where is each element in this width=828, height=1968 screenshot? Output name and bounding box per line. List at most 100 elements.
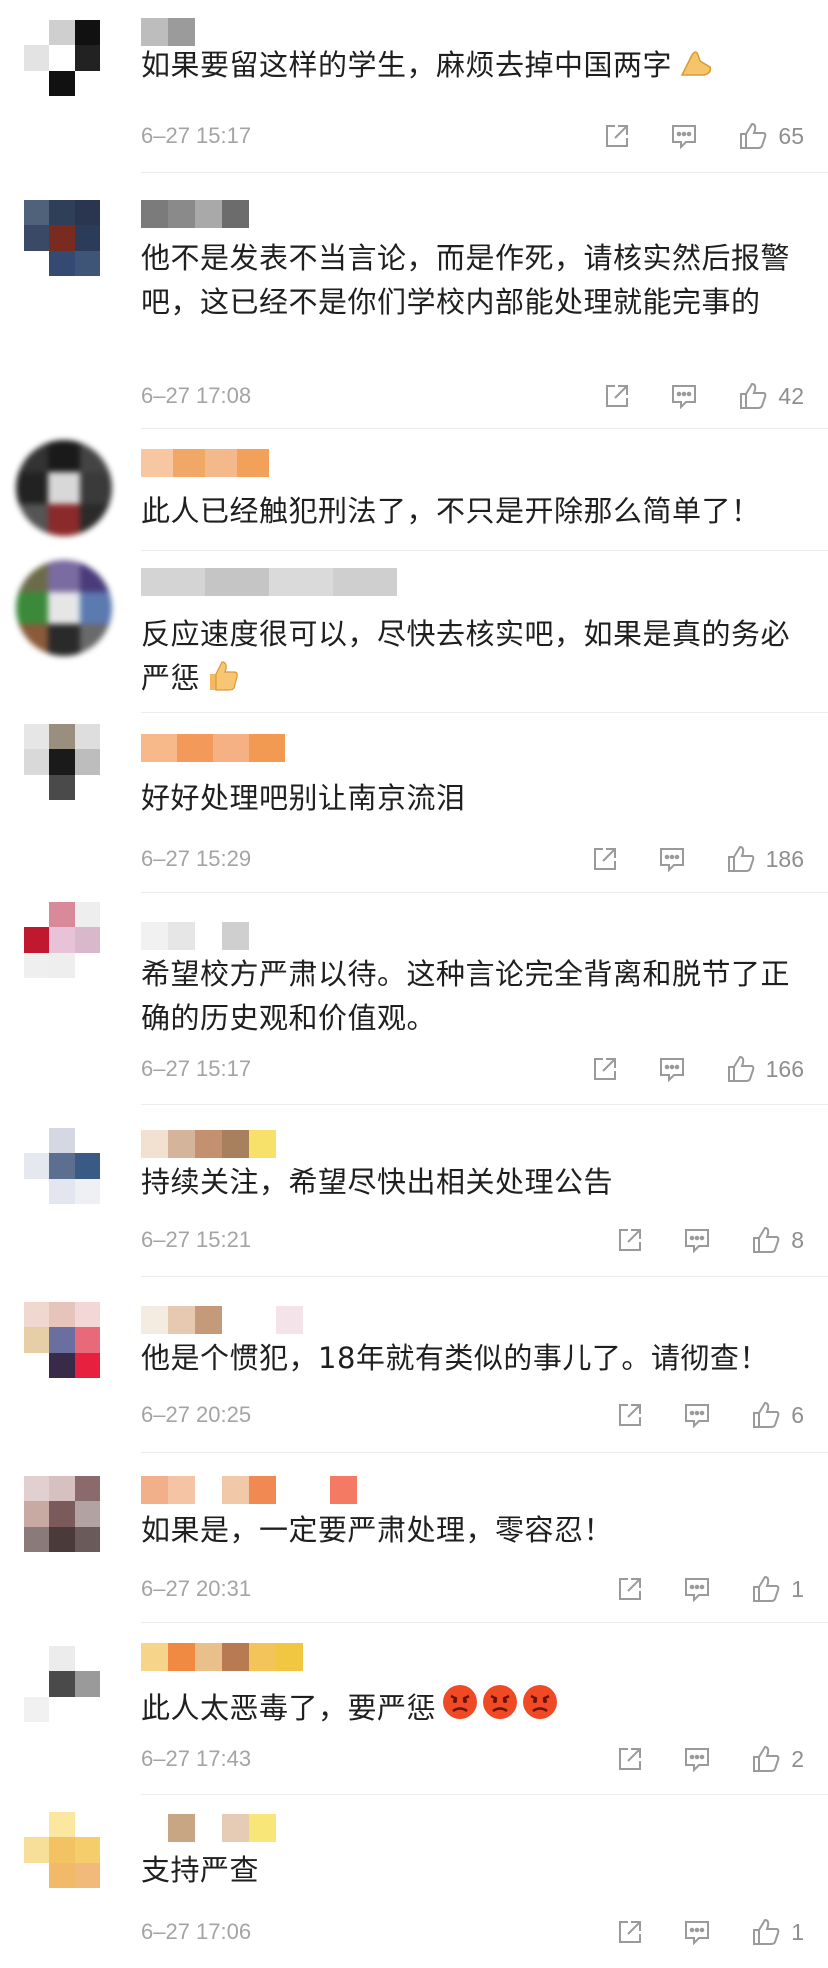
divider	[141, 428, 828, 429]
comment-icon	[658, 846, 686, 872]
comment-meta: 6–27 17:08 42	[141, 379, 804, 413]
comment-time: 6–27 15:17	[141, 1056, 252, 1081]
divider	[141, 1104, 828, 1105]
share-button[interactable]	[617, 1746, 643, 1772]
like-count: 1	[791, 1918, 804, 1945]
comment-time: 6–27 17:08	[141, 383, 252, 408]
reply-button[interactable]	[683, 1402, 711, 1428]
like-count: 65	[778, 122, 804, 149]
avatar[interactable]	[24, 724, 100, 800]
like-button[interactable]: 1	[751, 1918, 804, 1946]
avatar[interactable]	[24, 902, 100, 978]
thumbs-up-icon	[751, 1745, 781, 1773]
comment-icon	[683, 1576, 711, 1602]
username-blurred[interactable]	[141, 18, 195, 46]
share-button[interactable]	[604, 383, 630, 409]
divider	[141, 1276, 828, 1277]
divider	[141, 1622, 828, 1623]
share-icon	[617, 1746, 643, 1772]
thumbs-up-icon	[751, 1226, 781, 1254]
comment-text: 他不是发表不当言论，而是作死，请核实然后报警吧，这已经不是你们学校内部能处理就能…	[141, 241, 791, 319]
username-blurred[interactable]	[141, 1306, 303, 1334]
comment-time: 6–27 17:43	[141, 1746, 252, 1771]
share-icon	[592, 1056, 618, 1082]
comment-time: 6–27 20:31	[141, 1576, 252, 1601]
angry-face-icon	[442, 1682, 560, 1734]
comment-meta: 6–27 17:06 1	[141, 1915, 804, 1949]
avatar[interactable]	[24, 200, 100, 276]
username-blurred[interactable]	[141, 568, 397, 596]
reply-button[interactable]	[683, 1227, 711, 1253]
comment-icon	[670, 123, 698, 149]
avatar[interactable]	[16, 560, 112, 656]
like-count: 2	[791, 1745, 804, 1772]
avatar[interactable]	[24, 1302, 100, 1378]
avatar[interactable]	[24, 1812, 100, 1888]
share-icon	[617, 1227, 643, 1253]
avatar[interactable]	[24, 1128, 100, 1204]
like-button[interactable]: 1	[751, 1575, 804, 1603]
comment-text: 此人太恶毒了，要严惩	[141, 1682, 791, 1734]
username-blurred[interactable]	[141, 200, 249, 228]
username-blurred[interactable]	[141, 1643, 303, 1671]
avatar[interactable]	[24, 1646, 100, 1722]
like-button[interactable]: 42	[738, 382, 804, 410]
reply-button[interactable]	[658, 1056, 686, 1082]
reply-button[interactable]	[670, 383, 698, 409]
share-button[interactable]	[617, 1576, 643, 1602]
comment-text: 持续关注，希望尽快出相关处理公告	[141, 1165, 614, 1199]
thumbs-up-icon	[751, 1575, 781, 1603]
share-button[interactable]	[592, 846, 618, 872]
share-icon	[604, 383, 630, 409]
like-button[interactable]: 8	[751, 1226, 804, 1254]
comment-text: 反应速度很可以，尽快去核实吧，如果是真的务必严惩	[141, 612, 791, 704]
reply-button[interactable]	[683, 1746, 711, 1772]
comment-icon	[670, 383, 698, 409]
thumbs-up-icon	[738, 382, 768, 410]
divider	[141, 172, 828, 173]
share-icon	[617, 1576, 643, 1602]
share-button[interactable]	[617, 1402, 643, 1428]
reply-button[interactable]	[683, 1576, 711, 1602]
like-button[interactable]: 2	[751, 1745, 804, 1773]
comment-meta: 6–27 15:17 65	[141, 119, 804, 153]
like-button[interactable]: 186	[726, 845, 804, 873]
like-count: 186	[765, 845, 804, 872]
comment-meta: 6–27 15:21 8	[141, 1223, 804, 1257]
comment-time: 6–27 15:17	[141, 123, 252, 148]
comment-meta: 6–27 15:29 186	[141, 842, 804, 876]
reply-button[interactable]	[670, 123, 698, 149]
username-blurred[interactable]	[141, 1814, 276, 1842]
like-count: 166	[765, 1055, 804, 1082]
comment-meta: 6–27 20:31 1	[141, 1572, 804, 1606]
comment-meta: 6–27 15:17 166	[141, 1052, 804, 1086]
share-button[interactable]	[592, 1056, 618, 1082]
share-button[interactable]	[617, 1919, 643, 1945]
thumbs-up-icon	[726, 845, 756, 873]
comment-text: 此人已经触犯刑法了，不只是开除那么简单了！	[141, 494, 761, 528]
thumbs-up-icon	[751, 1918, 781, 1946]
thumbs-up-icon	[738, 122, 768, 150]
like-button[interactable]: 65	[738, 122, 804, 150]
username-blurred[interactable]	[141, 922, 249, 950]
reply-button[interactable]	[683, 1919, 711, 1945]
thumbs-up-icon	[751, 1401, 781, 1429]
username-blurred[interactable]	[141, 734, 285, 762]
comment-icon	[683, 1919, 711, 1945]
username-blurred[interactable]	[141, 449, 269, 477]
username-blurred[interactable]	[141, 1476, 357, 1504]
divider	[141, 1452, 828, 1453]
like-button[interactable]: 166	[726, 1055, 804, 1083]
comment-text: 如果要留这样的学生，麻烦去掉中国两字	[141, 43, 791, 91]
avatar[interactable]	[16, 440, 112, 536]
comment-icon	[683, 1402, 711, 1428]
share-button[interactable]	[604, 123, 630, 149]
share-icon	[617, 1919, 643, 1945]
share-button[interactable]	[617, 1227, 643, 1253]
like-button[interactable]: 6	[751, 1401, 804, 1429]
avatar[interactable]	[24, 1476, 100, 1552]
username-blurred[interactable]	[141, 1130, 276, 1158]
avatar[interactable]	[24, 20, 100, 96]
reply-button[interactable]	[658, 846, 686, 872]
comment-text: 好好处理吧别让南京流泪	[141, 781, 466, 815]
